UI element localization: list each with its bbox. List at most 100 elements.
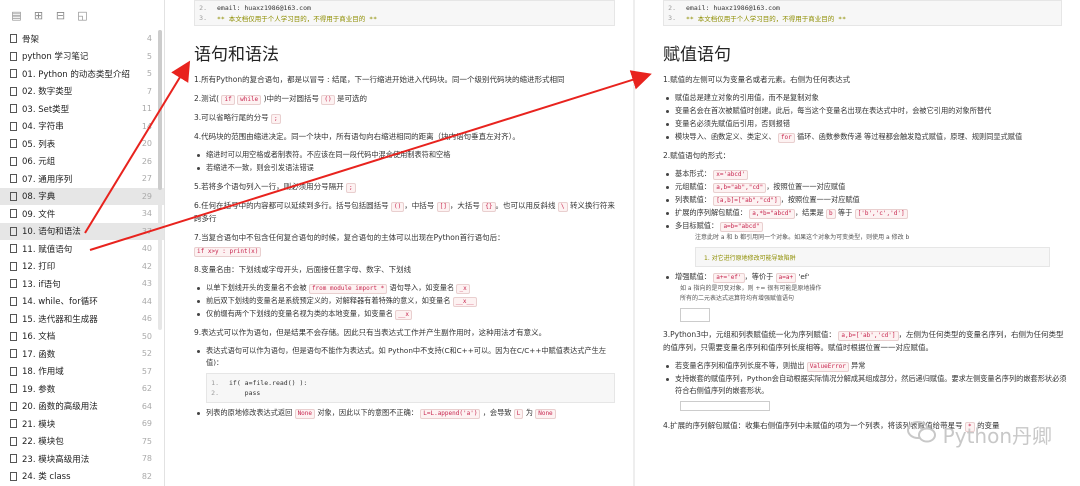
text: 若变量名序列和值序列长度不等，则抛出 xyxy=(675,361,805,370)
note: 所有的二元表达式运算符均有增强赋值语句 xyxy=(680,295,795,302)
toc-item[interactable]: 18. 作用域 57 xyxy=(0,363,164,381)
toc-item[interactable]: 15. 迭代器和生成器 46 xyxy=(0,310,164,328)
text: 为 xyxy=(525,408,533,417)
bullet: 赋值总是建立对象的引用值，而不是复制对象 xyxy=(635,92,1080,104)
toc-item[interactable]: 12. 打印 42 xyxy=(0,258,164,276)
toc-item[interactable]: 08. 字典 29 xyxy=(0,187,164,205)
toc-item[interactable]: 14. while、for循环 44 xyxy=(0,293,164,311)
inline-code: {} xyxy=(482,202,496,212)
toc-item[interactable]: 20. 函数的高级用法 64 xyxy=(0,398,164,416)
toc-item-label: 17. 函数 xyxy=(22,349,56,360)
document-icon xyxy=(10,244,17,254)
document-icon xyxy=(10,34,17,44)
note: 注意此时 a 和 b 都引用同一个对象。如果这个对象为可变类型，则使用 a 修改… xyxy=(695,234,910,241)
toc-item-label: 20. 函数的高级用法 xyxy=(22,402,98,413)
inline-code: () xyxy=(391,202,405,212)
toc-item[interactable]: 17. 函数 52 xyxy=(0,345,164,363)
toc-item[interactable]: 13. if语句 43 xyxy=(0,275,164,293)
watermark-text: Python丹卿 xyxy=(942,424,1052,448)
document-icon xyxy=(10,366,17,376)
inline-code: ; xyxy=(346,183,356,193)
toc-item[interactable]: 23. 模块高级用法 78 xyxy=(0,450,164,468)
toc-item[interactable]: 24. 类 class 82 xyxy=(0,468,164,486)
document-icon xyxy=(10,121,17,131)
document-icon xyxy=(10,139,17,149)
inline-code: _x xyxy=(456,284,470,294)
bullet: 模块导入、函数定义、类定义、 for 循环、函数参数传递 等过程都会触发隐式赋值… xyxy=(635,131,1080,143)
inline-code: x='abcd' xyxy=(713,170,749,180)
bullet: 变量名会在首次被赋值时创建。此后，每当这个变量名出现在表达式中时，会被它引用的对… xyxy=(635,105,1080,117)
empty-box xyxy=(680,401,770,411)
toc-item-label: 05. 列表 xyxy=(22,139,56,150)
toc-item[interactable]: 19. 参数 62 xyxy=(0,380,164,398)
toc-item[interactable]: 07. 通用序列 27 xyxy=(0,170,164,188)
toc-item[interactable]: 01. Python 的动态类型介绍 5 xyxy=(0,65,164,83)
inline-code: None xyxy=(294,409,316,419)
document-icon xyxy=(10,261,17,271)
document-icon xyxy=(10,314,17,324)
toc-item-label: 04. 字符串 xyxy=(22,122,64,133)
inline-code: ['b','c','d'] xyxy=(854,209,908,219)
bullet: 列表的原地修改表达式返回 None 对象，因此以下的意图不正确： L=L.app… xyxy=(166,407,633,419)
code-line: if( a=file.read() ): xyxy=(229,379,308,387)
toc-item-page: 52 xyxy=(141,349,152,359)
toc-item[interactable]: 22. 模块包 75 xyxy=(0,433,164,451)
sidebar-toolbar: ▤ ⊞ ⊟ ◱ xyxy=(0,0,164,30)
toc-item[interactable]: python 学习笔记 5 xyxy=(0,48,164,66)
bookmark-icon[interactable]: ◱ xyxy=(76,9,89,22)
toc-item[interactable]: 05. 列表 20 xyxy=(0,135,164,153)
line-number: 1. xyxy=(211,379,219,387)
toc-item-label: 22. 模块包 xyxy=(22,437,64,448)
note: 如 a 指向的是可变对象，则 += 很有可能是原地操作 xyxy=(680,285,822,292)
document-icon xyxy=(10,471,17,481)
outline-collapse-icon[interactable]: ⊟ xyxy=(54,9,67,22)
code-line: email: huaxz1986@163.com xyxy=(217,4,311,12)
outline-expand-icon[interactable]: ⊞ xyxy=(32,9,45,22)
section-title: 语句和语法 xyxy=(194,45,279,65)
toc-item-label: 03. Set类型 xyxy=(22,104,70,115)
text: ，按照位置一一对应赋值 xyxy=(766,182,846,191)
toc-item[interactable]: 06. 元组 26 xyxy=(0,153,164,171)
toc-item-label: 21. 模块 xyxy=(22,419,56,430)
toc-item[interactable]: 03. Set类型 11 xyxy=(0,100,164,118)
toc-item[interactable]: 04. 字符串 14 xyxy=(0,118,164,136)
toc-sidebar: ▤ ⊞ ⊟ ◱ 骨架 4 python 学习笔记 5 01. Python 的动态类型介… xyxy=(0,0,165,486)
paragraph-2: 2.测试( if while )中的一对圆括号 () 是可选的 xyxy=(166,92,633,105)
inline-code: b xyxy=(826,209,836,219)
text: 语句导入，如变量名 xyxy=(389,283,455,292)
toc-item[interactable]: 02. 数字类型 7 xyxy=(0,83,164,101)
text: 对象，因此以下的意图不正确： xyxy=(317,408,418,417)
toc-item[interactable]: 10. 语句和语法 37 xyxy=(0,222,164,240)
toc-item[interactable]: 09. 文件 34 xyxy=(0,205,164,223)
header-code-block: 2. email: huaxz1986@163.com 3. ** 本文档仅用于个人… xyxy=(194,0,615,26)
inline-code: a,b="ab","cd" xyxy=(713,183,767,193)
toc-item[interactable]: 21. 模块 69 xyxy=(0,415,164,433)
inline-code: while xyxy=(237,95,262,105)
inline-code: a+='ef' xyxy=(713,273,745,283)
toc-item-label: 09. 文件 xyxy=(22,209,56,220)
sidebar-scrollbar[interactable] xyxy=(158,30,162,330)
toc-item-page: 62 xyxy=(141,384,152,394)
paragraph-3: 3.Python3中，元组和列表赋值统一化为序列赋值： a,b=['ab','c… xyxy=(635,328,1080,354)
bullet: 列表赋值： [a,b]=["ab","cd"] ，按照位置一一对应赋值 xyxy=(635,194,1080,206)
toc-item[interactable]: 16. 文档 50 xyxy=(0,328,164,346)
text: 循环、函数参数传递 等过程都会触发隐式赋值，原理、规则同显式赋值 xyxy=(797,132,1023,141)
paragraph-1: 1.赋值的左侧可以为变量名或者元素。右侧为任何表达式 xyxy=(663,75,851,84)
thumbnail-view-icon[interactable]: ▤ xyxy=(10,9,23,22)
toc-item[interactable]: 骨架 4 xyxy=(0,30,164,48)
text: 等于 xyxy=(837,208,853,217)
bullet: 仅前缀有两个下划线的变量名视为类的本地变量，如变量名 __x xyxy=(166,308,633,320)
inline-code: ; xyxy=(271,114,281,124)
bullet: 缩进时可以用空格或者制表符。不应该在同一段代码中混合使用制表符和空格 xyxy=(166,149,633,161)
toc-item-label: 19. 参数 xyxy=(22,384,56,395)
paragraph-2: 2.赋值语句的形式： xyxy=(663,151,731,160)
bullet: 支持嵌套的赋值序列，Python会自动根据实际情况分解成其组成部分，然后递归赋值… xyxy=(635,373,1080,397)
paragraph-7: 7.当复合语句中不包含任何复合语句的时候，复合语句的主体可以出现在Python首… xyxy=(166,231,633,257)
line-number: 2. xyxy=(211,389,219,397)
text: ，按照位置一一对应赋值 xyxy=(780,195,860,204)
text: 以单下划线开头的变量名不会被 xyxy=(206,283,307,292)
toc-item-label: 16. 文档 xyxy=(22,332,56,343)
toc-item[interactable]: 11. 赋值语句 40 xyxy=(0,240,164,258)
toc-item-page: 57 xyxy=(141,366,152,376)
scrollbar-thumb[interactable] xyxy=(158,30,162,190)
